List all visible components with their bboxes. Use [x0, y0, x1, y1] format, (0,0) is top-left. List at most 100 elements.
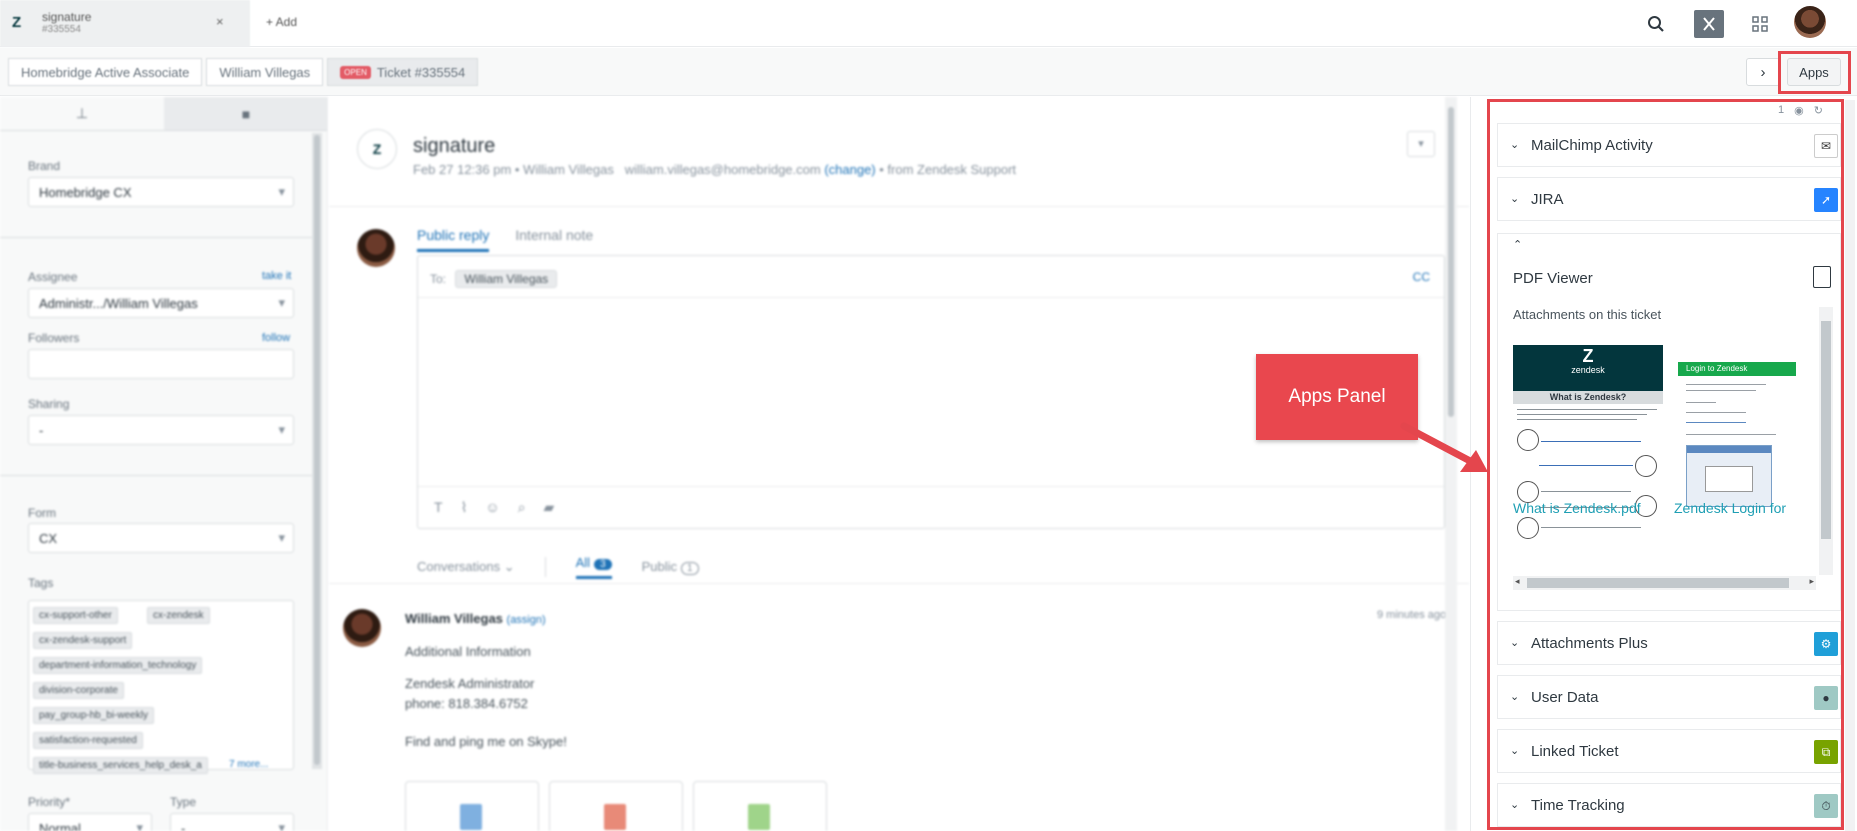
breadcrumb-organization[interactable]: Homebridge Active Associate — [8, 58, 203, 86]
apps-count: 1 — [1778, 104, 1785, 116]
tag-chip[interactable]: cx-zendesk-support — [33, 632, 133, 649]
attachment-icon[interactable]: ⌇ — [461, 499, 486, 515]
chevron-down-icon[interactable]: ⌄ — [1510, 192, 1519, 205]
callout-arrow-icon — [1400, 422, 1488, 472]
pdf-vertical-scrollbar[interactable] — [1819, 307, 1833, 575]
mailchimp-icon: ✉ — [1814, 134, 1838, 158]
to-label: To: — [430, 272, 447, 286]
tab-public-reply[interactable]: Public reply — [417, 227, 490, 252]
video-icon[interactable]: ▰ — [544, 499, 573, 515]
priority-select[interactable]: Normal — [28, 813, 152, 831]
user-avatar[interactable] — [1794, 6, 1826, 38]
divider — [0, 475, 312, 476]
chevron-down-icon[interactable]: ⌄ — [1510, 744, 1519, 757]
follow-link[interactable]: follow — [262, 332, 290, 344]
ticket-tab[interactable]: Z signature #335554 × — [0, 0, 250, 47]
app-name: MailChimp Activity — [1531, 137, 1653, 154]
tag-chip[interactable]: division-corporate — [33, 682, 124, 699]
cc-link[interactable]: CC — [1413, 270, 1430, 284]
pdf-file-icon — [1813, 266, 1831, 288]
scroll-left-arrow-icon[interactable]: ◂ — [1515, 576, 1520, 587]
user-data-icon: ● — [1814, 686, 1838, 710]
search-knowledge-icon[interactable]: ⌕ — [518, 499, 544, 515]
tab-user-icon[interactable]: ⊥ — [0, 97, 164, 131]
attachment-card[interactable] — [405, 781, 539, 831]
app-name: Attachments Plus — [1531, 635, 1648, 652]
eye-icon[interactable]: ◉ — [1794, 104, 1804, 117]
tag-chip[interactable]: department-information_technology — [33, 657, 203, 674]
close-square-icon[interactable] — [1694, 10, 1724, 38]
chevron-down-icon[interactable]: ⌄ — [1510, 138, 1519, 151]
pdf-thumbnail-zendesk-login[interactable]: Login to Zendesk — [1678, 350, 1796, 510]
breadcrumb-requester[interactable]: William Villegas — [206, 58, 324, 86]
divider — [544, 557, 546, 577]
pdf-link-what-is-zendesk[interactable]: What is Zendesk.pdf — [1513, 500, 1641, 516]
add-tab-button[interactable]: + Add — [266, 15, 297, 29]
agent-avatar — [357, 229, 395, 267]
tab-all[interactable]: All 3 — [575, 555, 612, 579]
chevron-down-icon[interactable]: ⌄ — [1510, 690, 1519, 703]
app-name: User Data — [1531, 689, 1599, 706]
breadcrumb: Homebridge Active Associate William Vill… — [8, 58, 479, 86]
tab-public[interactable]: Public 1 — [642, 559, 699, 575]
jira-icon: ➚ — [1814, 188, 1838, 212]
app-user-data[interactable]: ⌄ User Data ● — [1497, 675, 1841, 719]
tag-chip[interactable]: pay_group-hb_bi-weekly — [33, 707, 154, 724]
attachment-card[interactable] — [693, 781, 827, 831]
followers-label: Followers — [28, 331, 80, 345]
left-panel-scrollbar[interactable] — [312, 133, 322, 769]
tags-field[interactable]: cx-support-other cx-zendesk cx-zendesk-s… — [28, 600, 294, 774]
chevron-up-icon[interactable]: ⌃ — [1513, 238, 1522, 251]
sharing-select[interactable]: - — [28, 415, 294, 445]
app-linked-ticket[interactable]: ⌄ Linked Ticket ⧉ — [1497, 729, 1841, 773]
app-attachments-plus[interactable]: ⌄ Attachments Plus ⚙ — [1497, 621, 1841, 665]
next-ticket-button[interactable]: › — [1746, 58, 1780, 86]
app-time-tracking[interactable]: ⌄ Time Tracking ⏱ — [1497, 783, 1841, 827]
thumb-brand: zendesk — [1571, 365, 1605, 375]
pdf-horizontal-scrollbar[interactable]: ◂ ▸ — [1513, 576, 1816, 590]
scroll-right-arrow-icon[interactable]: ▸ — [1809, 576, 1814, 587]
tab-close-icon[interactable]: × — [216, 14, 224, 29]
refresh-icon[interactable]: ↻ — [1814, 104, 1823, 117]
app-jira[interactable]: ⌄ JIRA ➚ — [1497, 177, 1841, 221]
assign-link[interactable]: (assign) — [507, 614, 546, 626]
tab-internal-note[interactable]: Internal note — [515, 227, 593, 252]
apps-grid-icon[interactable] — [1745, 10, 1775, 38]
breadcrumb-ticket[interactable]: OPEN Ticket #335554 — [327, 58, 479, 86]
type-select[interactable]: - — [170, 813, 294, 831]
ticket-channel: • from Zendesk Support — [879, 162, 1017, 177]
tag-chip[interactable]: cx-support-other — [33, 607, 118, 624]
gear-icon: ⚙ — [1814, 632, 1838, 656]
ticket-title: signature — [413, 135, 496, 157]
message-line: Find and ping me on Skype! — [405, 734, 567, 749]
take-it-link[interactable]: take it — [262, 270, 291, 282]
text-format-icon[interactable]: T — [434, 499, 461, 515]
recipient-chip[interactable]: William Villegas — [455, 270, 558, 288]
ticket-options-button[interactable]: ▾ — [1407, 131, 1435, 157]
apps-panel-scrollbar[interactable] — [1845, 100, 1855, 831]
emoji-icon[interactable]: ☺ — [485, 499, 517, 515]
app-mailchimp-activity[interactable]: ⌄ MailChimp Activity ✉ — [1497, 123, 1841, 167]
brand-logo-icon: Z — [357, 129, 397, 169]
change-requester-link[interactable]: (change) — [824, 162, 875, 177]
priority-label: Priority* — [28, 795, 71, 809]
brand-select[interactable]: Homebridge CX — [28, 177, 294, 207]
chevron-down-icon[interactable]: ⌄ — [1510, 798, 1519, 811]
message-author: William Villegas (assign) — [405, 609, 567, 630]
pdf-link-zendesk-login[interactable]: Zendesk Login for — [1674, 500, 1786, 516]
tag-chip[interactable]: title-business_services_help_desk_a — [33, 757, 208, 774]
conversations-dropdown[interactable]: Conversations ⌄ — [417, 559, 515, 575]
stopwatch-icon: ⏱ — [1814, 794, 1838, 818]
assignee-select[interactable]: Administr.../William Villegas — [28, 288, 294, 318]
search-icon[interactable] — [1641, 10, 1671, 38]
app-pdf-viewer: ⌃ PDF Viewer Attachments on this ticket … — [1497, 233, 1841, 611]
followers-field[interactable] — [28, 349, 294, 379]
tag-chip[interactable]: cx-zendesk — [147, 607, 210, 624]
chevron-down-icon[interactable]: ⌄ — [1510, 636, 1519, 649]
tag-chip[interactable]: satisfaction-requested — [33, 732, 143, 749]
tab-ticket-icon[interactable]: ■ — [164, 97, 327, 131]
form-select[interactable]: CX — [28, 523, 294, 553]
more-tags-link[interactable]: 7 more... — [229, 759, 268, 770]
form-label: Form — [28, 506, 56, 520]
attachment-card[interactable] — [549, 781, 683, 831]
